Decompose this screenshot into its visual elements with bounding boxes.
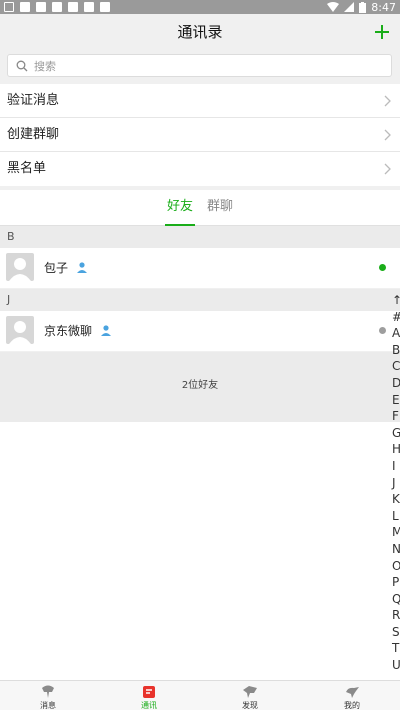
tab-groups[interactable]: 群聊 [205, 190, 235, 226]
me-icon [346, 687, 359, 698]
avatar [6, 316, 34, 344]
notification-icon [20, 2, 30, 12]
online-status-dot [379, 264, 386, 271]
index-letter[interactable]: G [392, 425, 400, 442]
index-letter[interactable]: U [392, 657, 400, 674]
notification-icon [68, 2, 78, 12]
index-letter[interactable]: H [392, 441, 400, 458]
message-icon [42, 685, 54, 698]
index-letter[interactable]: B [392, 342, 400, 359]
status-bar: 8:47 [0, 0, 400, 14]
notification-icons [4, 2, 110, 12]
index-letter[interactable]: L [392, 508, 400, 525]
person-icon [101, 325, 111, 336]
index-letter[interactable]: S [392, 624, 400, 641]
index-letter[interactable]: E [392, 392, 400, 409]
menu-item-label: 创建群聊 [7, 127, 60, 142]
wifi-icon [327, 2, 340, 12]
chevron-right-icon [384, 163, 391, 175]
nav-messages[interactable]: 消息 [18, 681, 78, 710]
index-letter[interactable]: P [392, 574, 400, 591]
menu-item-blacklist[interactable]: 黑名单 [0, 152, 400, 186]
index-letter[interactable]: J [392, 475, 400, 492]
contact-name: 京东微聊 [44, 324, 93, 338]
index-letter[interactable]: A [392, 325, 400, 342]
index-letter[interactable]: F [392, 408, 400, 425]
avatar [6, 253, 34, 281]
battery-icon [359, 1, 367, 13]
index-letter[interactable]: Q [392, 591, 400, 608]
notification-icon [100, 2, 110, 12]
search-icon [16, 60, 28, 72]
discover-icon [243, 686, 257, 698]
chevron-right-icon [384, 129, 391, 141]
contact-row[interactable]: 包子 [0, 248, 400, 288]
menu-item-create-group[interactable]: 创建群聊 [0, 118, 400, 152]
index-letter[interactable]: R [392, 607, 400, 624]
chevron-right-icon [384, 95, 391, 107]
index-letter[interactable]: O [392, 558, 400, 575]
contacts-menu: 验证消息 创建群聊 黑名单 [0, 84, 400, 186]
index-letter[interactable]: # [392, 309, 400, 326]
contact-name: 包子 [44, 261, 69, 275]
friend-count: 2位好友 [181, 380, 219, 391]
screenshot-icon [4, 2, 14, 12]
index-letter[interactable]: M [392, 524, 400, 541]
index-letter[interactable]: N [392, 541, 400, 558]
empty-area [0, 422, 400, 680]
person-icon [77, 262, 87, 273]
page-title: 通讯录 [177, 23, 223, 41]
nav-label: 消息 [40, 701, 56, 710]
contact-row[interactable]: 京东微聊 [0, 311, 400, 351]
search-input[interactable] [34, 57, 374, 75]
menu-item-label: 验证消息 [7, 93, 60, 108]
index-letter[interactable]: T [392, 640, 400, 657]
index-letter[interactable]: C [392, 358, 400, 375]
index-letter[interactable]: ↑ [392, 292, 400, 309]
section-header: B [0, 226, 400, 248]
index-letter[interactable]: D [392, 375, 400, 392]
index-letter[interactable]: K [392, 491, 400, 508]
index-letter[interactable]: I [392, 458, 400, 475]
signal-icon [344, 2, 355, 12]
bottom-nav: 消息 通讯 发现 我的 [0, 680, 400, 710]
contact-tabs: 好友 群聊 [0, 190, 400, 226]
nav-label: 发现 [242, 701, 258, 710]
nav-label: 通讯 [141, 701, 157, 710]
friend-count-area: 2位好友 [0, 352, 400, 422]
nav-me[interactable]: 我的 [322, 681, 382, 710]
notification-icon [36, 2, 46, 12]
menu-item-verify[interactable]: 验证消息 [0, 84, 400, 118]
status-time: 8:47 [371, 0, 396, 14]
contacts-icon [143, 686, 155, 698]
nav-label: 我的 [344, 701, 360, 710]
section-header: J [0, 289, 400, 311]
tab-friends[interactable]: 好友 [165, 190, 195, 226]
search-bar[interactable] [7, 54, 392, 77]
offline-status-dot [379, 327, 386, 334]
app-header: 通讯录 [0, 14, 400, 50]
menu-item-label: 黑名单 [7, 161, 47, 176]
alphabet-index[interactable]: ↑#ABCDEFGHIJKLMNOPQRSTU [392, 292, 400, 674]
nav-contacts[interactable]: 通讯 [119, 681, 179, 710]
notification-icon [84, 2, 94, 12]
plus-icon[interactable] [370, 20, 394, 44]
nav-discover[interactable]: 发现 [220, 681, 280, 710]
notification-icon [52, 2, 62, 12]
